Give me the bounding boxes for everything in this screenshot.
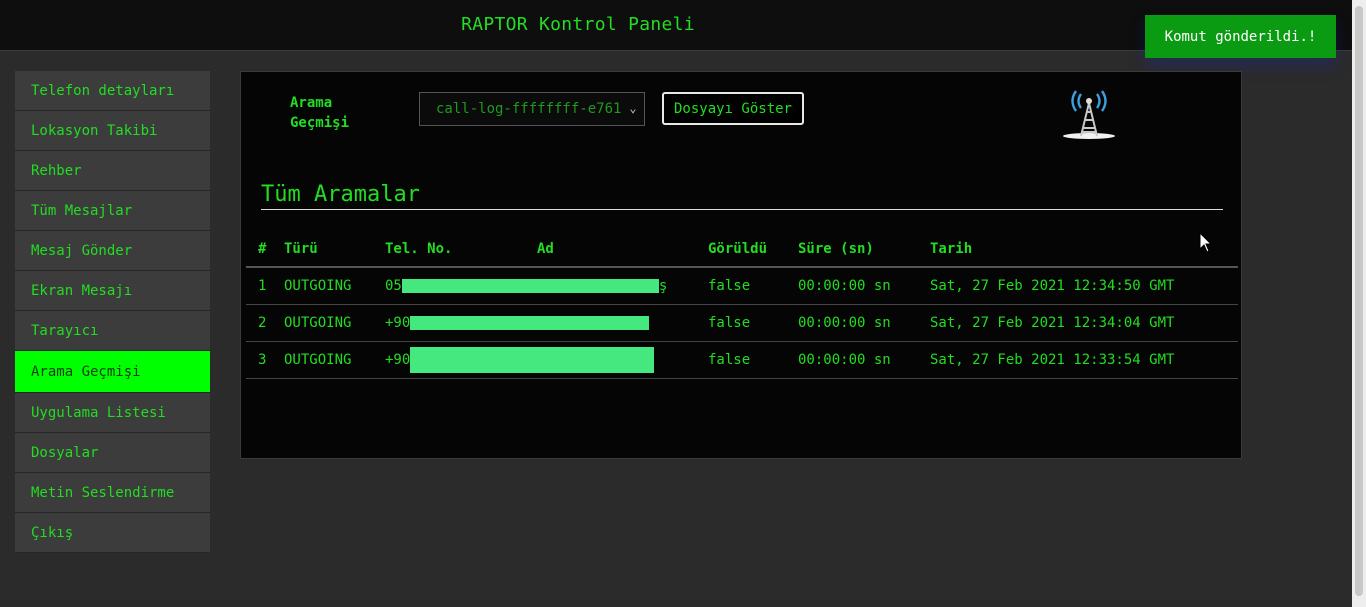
cell-number: 3	[246, 341, 272, 379]
signal-tower-icon	[1063, 90, 1115, 139]
app-title: RAPTOR Kontrol Paneli	[461, 14, 695, 35]
table-row: 3 OUTGOING +90 false 00:00:00 sn Sat, 27…	[246, 341, 1238, 379]
col-header-date: Tarih	[918, 232, 1238, 268]
cell-seen: false	[696, 267, 786, 305]
mouse-pointer-icon	[1199, 232, 1213, 253]
sidebar-item-label: Tarayıcı	[31, 322, 99, 339]
sidebar-item-label: Tüm Mesajlar	[31, 202, 133, 219]
cell-duration: 00:00:00 sn	[786, 341, 918, 379]
scrollbar-thumb[interactable]	[1355, 6, 1363, 596]
cell-date: Sat, 27 Feb 2021 12:33:54 GMT	[918, 341, 1238, 379]
sidebar-item-text-to-speech[interactable]: Metin Seslendirme	[15, 473, 210, 513]
phone-prefix: 05	[385, 278, 402, 294]
sidebar-item-send-message[interactable]: Mesaj Gönder	[15, 231, 210, 271]
col-header-name: Ad	[525, 232, 696, 268]
file-select-label: Arama Geçmişi	[290, 95, 350, 131]
col-header-duration: Süre (sn)	[786, 232, 918, 268]
col-header-phone: Tel. No.	[373, 232, 525, 268]
call-log-table: # Türü Tel. No. Ad Görüldü Süre (sn) Tar…	[246, 232, 1238, 379]
sidebar-item-app-list[interactable]: Uygulama Listesi	[15, 393, 210, 433]
sidebar-item-screen-message[interactable]: Ekran Mesajı	[15, 271, 210, 311]
toast-notification[interactable]: Komut gönderildi.!	[1145, 15, 1336, 58]
show-file-button[interactable]: Dosyayı Göster	[662, 92, 804, 125]
sidebar-item-label: Dosyalar	[31, 444, 99, 461]
table-row: 2 OUTGOING +90 false 00:00:00 sn Sat, 27…	[246, 304, 1238, 342]
table-row: 1 OUTGOING 05 ş false 00:00:00 sn Sat, 27…	[246, 267, 1238, 305]
cell-duration: 00:00:00 sn	[786, 267, 918, 305]
sidebar-item-browser[interactable]: Tarayıcı	[15, 311, 210, 351]
sidebar-item-all-messages[interactable]: Tüm Mesajlar	[15, 191, 210, 231]
table-header-row: # Türü Tel. No. Ad Görüldü Süre (sn) Tar…	[246, 232, 1238, 268]
sidebar-item-phone-details[interactable]: Telefon detayları	[15, 71, 210, 111]
sidebar-item-label: Arama Geçmişi	[31, 363, 141, 380]
sidebar-item-label: Çıkış	[31, 524, 74, 541]
cell-date: Sat, 27 Feb 2021 12:34:50 GMT	[918, 267, 1238, 305]
sidebar-item-label: Metin Seslendirme	[31, 484, 175, 501]
cell-seen: false	[696, 304, 786, 342]
section-divider	[261, 209, 1223, 210]
sidebar-item-location-tracking[interactable]: Lokasyon Takibi	[15, 111, 210, 151]
cell-type: OUTGOING	[272, 304, 373, 342]
sidebar-item-contacts[interactable]: Rehber	[15, 151, 210, 191]
sidebar-item-files[interactable]: Dosyalar	[15, 433, 210, 473]
sidebar-item-logout[interactable]: Çıkış	[15, 513, 210, 553]
phone-prefix: +90	[385, 352, 411, 368]
cell-type: OUTGOING	[272, 341, 373, 379]
cell-number: 2	[246, 304, 272, 342]
col-header-seen: Görüldü	[696, 232, 786, 268]
cell-duration: 00:00:00 sn	[786, 304, 918, 342]
cell-number: 1	[246, 267, 272, 305]
sidebar-item-label: Mesaj Gönder	[31, 242, 133, 259]
cell-date: Sat, 27 Feb 2021 12:34:04 GMT	[918, 304, 1238, 342]
cell-seen: false	[696, 341, 786, 379]
cell-phone-name: +90	[373, 304, 696, 342]
redaction-block	[410, 316, 650, 330]
phone-prefix: +90	[385, 315, 411, 331]
cell-type: OUTGOING	[272, 267, 373, 305]
sidebar-item-label: Rehber	[31, 162, 82, 179]
cell-phone-name: +90	[373, 341, 696, 379]
redaction-block	[410, 347, 655, 373]
sidebar-item-call-history[interactable]: Arama Geçmişi	[15, 351, 210, 393]
sidebar-item-label: Telefon detayları	[31, 82, 175, 99]
file-select-value: call-log-ffffffff-e761	[436, 101, 622, 117]
sidebar-item-label: Lokasyon Takibi	[31, 122, 158, 139]
sidebar-item-label: Ekran Mesajı	[31, 282, 133, 299]
sidebar: Telefon detayları Lokasyon Takibi Rehber…	[15, 71, 210, 553]
section-title: Tüm Aramalar	[261, 182, 420, 207]
col-header-number: #	[246, 232, 272, 268]
main-panel: Arama Geçmişi call-log-ffffffff-e761 ⌄ D…	[240, 71, 1242, 459]
col-header-type: Türü	[272, 232, 373, 268]
phone-suffix: ş	[658, 278, 668, 294]
sidebar-item-label: Uygulama Listesi	[31, 404, 166, 421]
redaction-block	[401, 279, 659, 293]
file-select-dropdown[interactable]: call-log-ffffffff-e761 ⌄	[419, 92, 645, 126]
chevron-down-icon: ⌄	[626, 101, 640, 115]
cell-phone-name: 05 ş	[373, 267, 696, 305]
